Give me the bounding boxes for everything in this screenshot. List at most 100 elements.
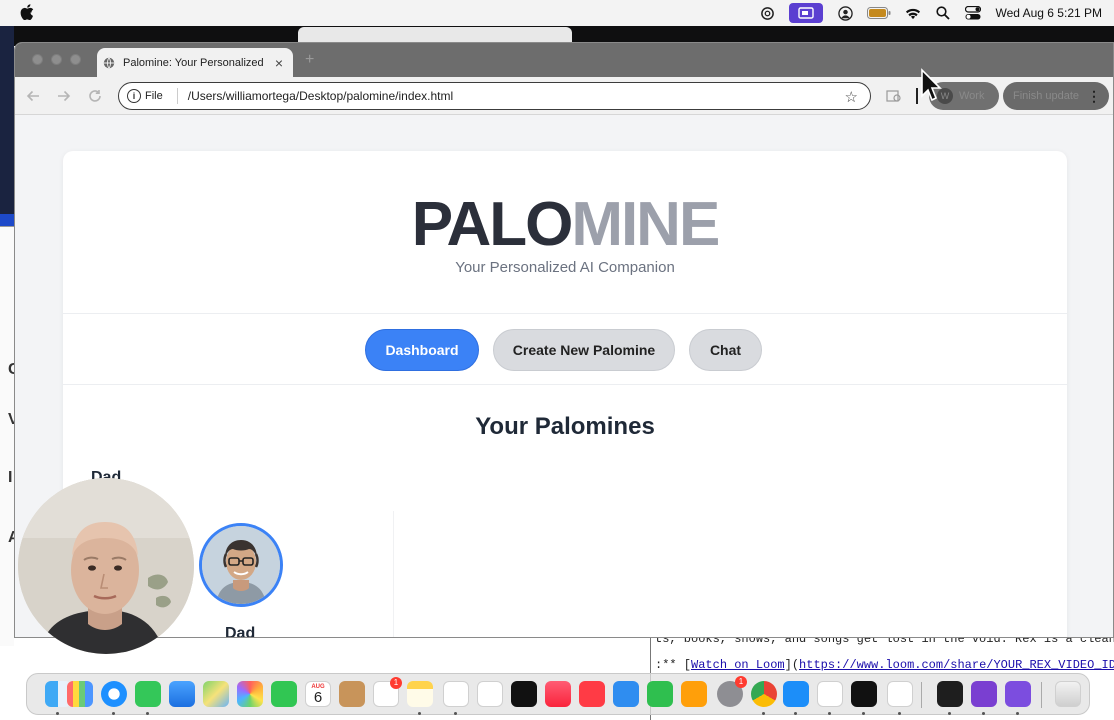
header-divider: [63, 313, 1067, 314]
terminal-link-text[interactable]: Watch on Loom: [691, 658, 785, 672]
nav-divider: [63, 384, 1067, 385]
section-title: Your Palomines: [475, 413, 655, 440]
spotlight-search-icon[interactable]: [935, 5, 951, 21]
calendar-day: 6: [313, 689, 323, 706]
contacts-icon[interactable]: [339, 681, 365, 707]
terminal-text: :** [: [655, 658, 692, 672]
photos-icon[interactable]: [237, 681, 263, 707]
mouse-cursor-icon: [921, 68, 942, 102]
window-controls: [32, 54, 81, 65]
minimize-window-button[interactable]: [51, 54, 62, 65]
address-scheme-label: File: [145, 90, 163, 102]
terminal-text: ](: [784, 658, 800, 672]
apple-menu-icon[interactable]: [20, 4, 34, 20]
new-tab-icon[interactable]: +: [305, 51, 314, 69]
address-url[interactable]: /Users/williamortega/Desktop/palomine/in…: [188, 89, 453, 103]
reading-mode-icon[interactable]: [886, 89, 902, 103]
finish-update-label: Finish update: [1013, 90, 1080, 102]
background-window-dark: [0, 24, 14, 224]
profile-label: Work: [959, 90, 985, 102]
freeform-icon[interactable]: [477, 681, 503, 707]
battery-icon[interactable]: [867, 5, 891, 21]
trash-icon[interactable]: [1055, 681, 1081, 707]
running-indicator: [898, 712, 901, 715]
main-nav: Dashboard Create New Palomine Chat: [365, 329, 762, 371]
pages-icon[interactable]: [681, 681, 707, 707]
close-tab-icon[interactable]: ×: [273, 55, 285, 71]
calendar-icon[interactable]: AUG 6: [305, 681, 331, 707]
notes-icon[interactable]: [407, 681, 433, 707]
person-photo-icon: [202, 526, 280, 604]
vscode-icon[interactable]: [887, 681, 913, 707]
palomine-name-label: Dad: [225, 625, 256, 638]
app-logo: PALOMINE: [63, 189, 1067, 260]
running-indicator: [762, 712, 765, 715]
tv-icon[interactable]: [511, 681, 537, 707]
running-indicator: [1016, 712, 1019, 715]
address-divider: [176, 88, 178, 104]
maps-icon[interactable]: [203, 681, 229, 707]
back-arrow-icon[interactable]: [24, 87, 42, 105]
close-window-button[interactable]: [32, 54, 43, 65]
keynote-icon[interactable]: [613, 681, 639, 707]
background-letter: I: [8, 469, 13, 486]
palomine-avatar[interactable]: [199, 523, 283, 607]
wifi-icon[interactable]: [905, 5, 921, 21]
site-info-icon[interactable]: i: [127, 89, 141, 103]
app-tagline: Your Personalized AI Companion: [455, 259, 675, 276]
forward-arrow-icon[interactable]: [55, 87, 73, 105]
more-menu-icon[interactable]: ⋮: [1087, 88, 1101, 105]
reload-icon[interactable]: [86, 87, 104, 105]
background-window-text: C V I A: [0, 226, 20, 646]
launchpad-icon[interactable]: [67, 681, 93, 707]
chatgpt-icon[interactable]: [443, 681, 469, 707]
messages-icon[interactable]: [135, 681, 161, 707]
logo-light-part: MINE: [571, 190, 720, 259]
running-indicator: [862, 712, 865, 715]
background-window-selection: [0, 214, 14, 226]
appstore-icon[interactable]: [783, 681, 809, 707]
notification-badge: 1: [390, 677, 402, 689]
nav-chat-button[interactable]: Chat: [689, 329, 762, 371]
user-account-icon[interactable]: [837, 5, 853, 21]
nav-create-palomine-button[interactable]: Create New Palomine: [493, 329, 675, 371]
globe-icon: [103, 57, 115, 68]
chrome-icon[interactable]: [751, 681, 777, 707]
running-indicator: [146, 712, 149, 715]
menu-bar-clock[interactable]: Wed Aug 6 5:21 PM: [995, 6, 1102, 20]
control-center-icon[interactable]: [965, 5, 982, 21]
slack-icon[interactable]: [817, 681, 843, 707]
running-indicator: [828, 712, 831, 715]
safari-icon[interactable]: [101, 681, 127, 707]
screen-recording-icon[interactable]: [789, 3, 824, 23]
github-desktop-icon[interactable]: [971, 681, 997, 707]
running-indicator: [794, 712, 797, 715]
news-icon[interactable]: [579, 681, 605, 707]
numbers-icon[interactable]: [647, 681, 673, 707]
terminal-link-url[interactable]: https://www.loom.com/share/YOUR_REX_VIDE…: [799, 658, 1114, 672]
mail-icon[interactable]: [169, 681, 195, 707]
running-indicator: [112, 712, 115, 715]
bookmark-star-icon[interactable]: ☆: [845, 88, 858, 106]
nav-dashboard-button[interactable]: Dashboard: [365, 329, 479, 371]
browser-tab[interactable]: Palomine: Your Personalized AI Companion…: [97, 48, 293, 77]
finish-update-button[interactable]: Finish update ⋮: [1003, 82, 1109, 110]
music-icon[interactable]: [545, 681, 571, 707]
chatgpt-menubar-icon[interactable]: [759, 5, 775, 21]
webcam-overlay[interactable]: [18, 478, 194, 654]
facetime-icon[interactable]: [271, 681, 297, 707]
terminal-line: :** [Watch on Loom](https://www.loom.com…: [655, 658, 1114, 672]
settings-icon[interactable]: 1: [717, 676, 747, 707]
running-indicator: [454, 712, 457, 715]
app-card: PALOMINE Your Personalized AI Companion …: [63, 151, 1067, 638]
browser-toolbar: i File /Users/williamortega/Desktop/palo…: [15, 77, 1113, 115]
address-bar[interactable]: i File /Users/williamortega/Desktop/palo…: [118, 82, 871, 110]
reminders-icon[interactable]: 1: [373, 677, 402, 707]
terminal-icon[interactable]: [937, 681, 963, 707]
menu-bar: Wed Aug 6 5:21 PM: [0, 0, 1114, 26]
cursor-app-icon[interactable]: [851, 681, 877, 707]
perplexity-icon[interactable]: [1005, 681, 1031, 707]
dock: AUG 6 1 1: [26, 673, 1090, 715]
zoom-window-button[interactable]: [70, 54, 81, 65]
dock-separator: [921, 682, 922, 708]
